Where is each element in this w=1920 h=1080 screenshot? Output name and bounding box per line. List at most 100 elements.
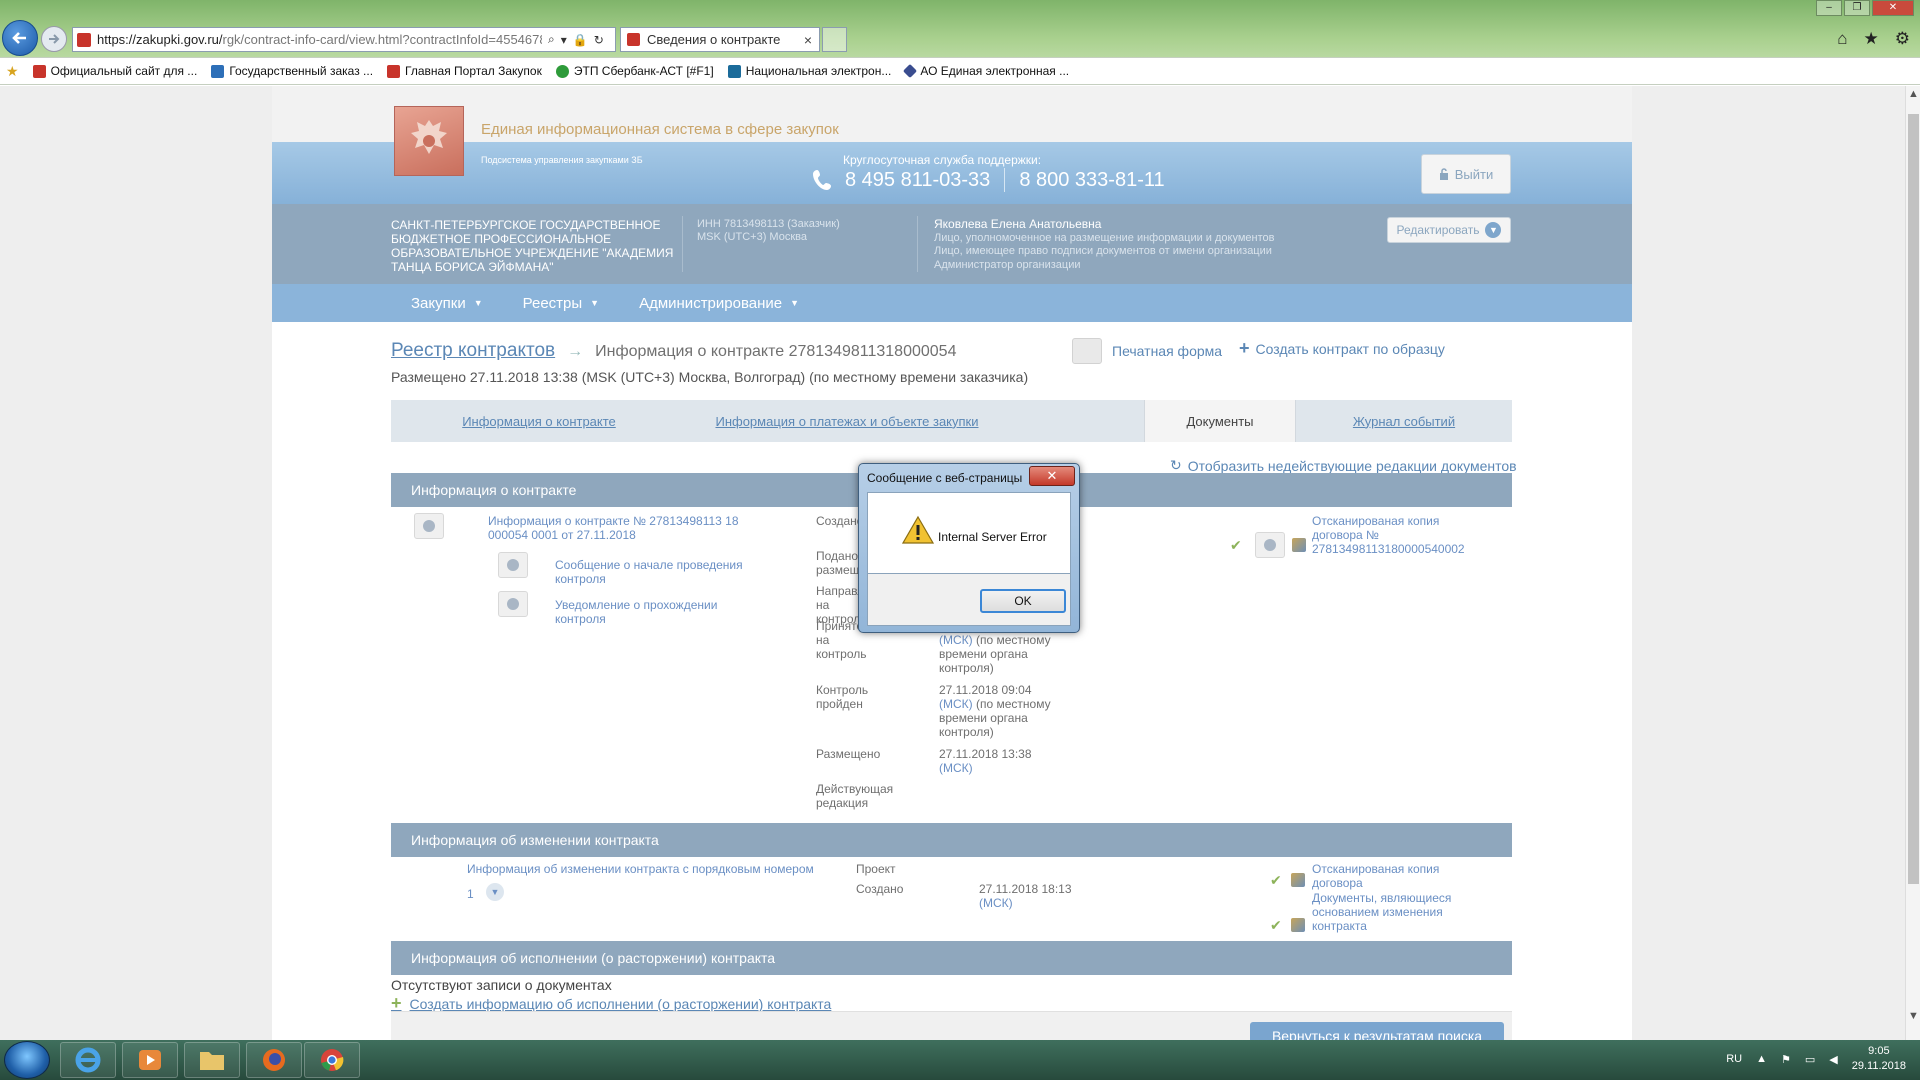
site-favicon — [32, 64, 46, 78]
refresh-icon: ↻ — [1170, 457, 1182, 473]
volume-icon[interactable]: ◀ — [1829, 1053, 1837, 1066]
tab-payments[interactable]: Информация о платежах и объекте закупки — [687, 400, 1007, 442]
user-name: Яковлева Елена Анатольевна — [934, 217, 1102, 231]
maximize-button[interactable]: ❐ — [1844, 0, 1870, 16]
tab-contract-info[interactable]: Информация о контракте — [391, 400, 687, 442]
dropdown-icon[interactable]: ▾ — [561, 33, 567, 47]
chevron-down-icon: ▼ — [473, 298, 483, 308]
value-passed: 27.11.2018 09:04 (МСК) (по местному време… — [939, 683, 1051, 739]
signature-icon[interactable] — [1291, 918, 1305, 932]
back-button[interactable] — [2, 20, 38, 56]
minimize-button[interactable]: – — [1816, 0, 1842, 16]
favorite-item[interactable]: Официальный сайт для ... — [32, 64, 197, 78]
signature-icon[interactable] — [1291, 873, 1305, 887]
ie-taskbar-button[interactable] — [60, 1042, 116, 1078]
control-notice-link[interactable]: Уведомление о прохождении контроля — [555, 598, 755, 626]
dialog-body: Internal Server Error — [867, 492, 1071, 574]
chevron-down-icon: ▼ — [590, 298, 600, 308]
subsystem-label: Подсистема управления закупками ЗБ — [481, 155, 643, 165]
favorite-item[interactable]: Национальная электрон... — [727, 64, 891, 78]
organization-name: САНКТ-ПЕТЕРБУРГСКОЕ ГОСУДАРСТВЕННОЕ БЮДЖ… — [391, 218, 674, 274]
home-icon[interactable]: ⌂ — [1837, 29, 1847, 49]
start-button[interactable] — [4, 1041, 50, 1079]
tab-close-icon[interactable]: × — [804, 32, 812, 48]
edit-button[interactable]: Редактировать ▼ — [1387, 217, 1511, 243]
create-by-sample-link[interactable]: + Создать контракт по образцу — [1239, 338, 1445, 359]
support-label: Круглосуточная служба поддержки: — [843, 153, 1042, 167]
arrow-right-icon — [49, 34, 60, 44]
folder-icon — [200, 1052, 224, 1070]
scroll-down-icon[interactable]: ▼ — [1908, 1010, 1919, 1022]
signature-icon[interactable] — [1292, 538, 1306, 552]
new-tab-button[interactable] — [822, 27, 847, 52]
show-hidden-icons-icon[interactable]: ▲ — [1756, 1053, 1767, 1065]
site-header: Подсистема управления закупками ЗБ Кругл… — [272, 142, 1632, 204]
ok-button[interactable]: OK — [980, 589, 1066, 613]
breadcrumb-current: Информация о контракте 27813498113180000… — [595, 343, 957, 360]
show-inactive-link[interactable]: ↻ Отобразить недействующие редакции доку… — [1170, 457, 1517, 474]
contract-tabs: Информация о контракте Информация о плат… — [391, 400, 1512, 442]
eagle-emblem-icon — [411, 120, 447, 154]
label-created: Создано — [856, 882, 904, 896]
divider — [682, 216, 683, 272]
document-icon[interactable] — [414, 513, 444, 539]
favorite-item[interactable]: ЭТП Сбербанк-АСТ [#F1] — [555, 64, 714, 78]
clock[interactable]: 9:05 29.11.2018 — [1852, 1044, 1906, 1074]
change-scan-link[interactable]: Отсканированая копия договора — [1312, 862, 1462, 890]
gear-icon[interactable]: ⚙ — [1895, 29, 1910, 49]
contract-doc-link[interactable]: Информация о контракте № 27813498113 18 … — [488, 514, 750, 542]
firefox-taskbar-button[interactable] — [246, 1042, 302, 1078]
scrollbar[interactable]: ▲ ▼ — [1905, 86, 1920, 1040]
chevron-down-icon: ▼ — [790, 298, 800, 308]
change-info-link[interactable]: Информация об изменении контракта с поря… — [467, 862, 827, 876]
url-text[interactable]: https://zakupki.gov.ru/rgk/contract-info… — [97, 32, 542, 47]
favorite-item[interactable]: Главная Портал Закупок — [387, 64, 542, 78]
scan-copy-link[interactable]: Отсканированая копия договора № 27813498… — [1312, 514, 1487, 556]
favorite-item[interactable]: АО Единая электронная ... — [903, 63, 1069, 79]
breadcrumb-link[interactable]: Реестр контрактов — [391, 340, 555, 362]
scrollbar-thumb[interactable] — [1908, 114, 1919, 884]
print-form-link[interactable]: Печатная форма — [1072, 338, 1222, 364]
favorite-item[interactable]: Государственный заказ ... — [211, 64, 373, 78]
no-entries-text: Отсутствуют записи о документах — [391, 977, 612, 993]
chrome-taskbar-button[interactable] — [304, 1042, 360, 1078]
warning-icon — [902, 515, 934, 544]
media-player-taskbar-button[interactable] — [122, 1042, 178, 1078]
site-favicon — [555, 64, 569, 78]
language-indicator[interactable]: RU — [1726, 1053, 1742, 1065]
document-icon[interactable] — [498, 591, 528, 617]
back-to-results-button[interactable]: Вернуться к результатам поиска — [1250, 1022, 1504, 1040]
support-phones: 8 495 811-03-33 8 800 333-81-11 — [813, 168, 1165, 192]
tab-documents[interactable]: Документы — [1144, 400, 1296, 442]
address-bar[interactable]: https://zakupki.gov.ru/rgk/contract-info… — [72, 27, 616, 52]
dialog-close-button[interactable]: ✕ — [1029, 466, 1075, 486]
value-created: 27.11.2018 18:13 (МСК) — [979, 882, 1072, 910]
nav-item-purchases[interactable]: Закупки ▼ — [411, 295, 483, 312]
star-icon[interactable]: ★ — [1864, 29, 1879, 49]
control-start-link[interactable]: Сообщение о начале проведения контроля — [555, 558, 755, 586]
lock-icon[interactable]: 🔒 — [573, 33, 588, 47]
explorer-taskbar-button[interactable] — [184, 1042, 240, 1078]
change-basis-link[interactable]: Документы, являющиеся основанием изменен… — [1312, 891, 1462, 933]
logout-button[interactable]: Выйти — [1421, 154, 1511, 194]
flag-icon[interactable]: ⚑ — [1781, 1053, 1791, 1066]
add-favorite-icon[interactable]: ★ — [6, 63, 19, 80]
browser-tab[interactable]: Сведения о контракте × — [620, 27, 820, 52]
document-icon[interactable] — [498, 552, 528, 578]
network-icon[interactable]: ▭ — [1805, 1053, 1815, 1066]
breadcrumb: Реестр контрактов → Информация о контрак… — [391, 340, 956, 362]
nav-item-registries[interactable]: Реестры ▼ — [523, 295, 599, 312]
document-icon[interactable] — [1255, 532, 1285, 558]
scroll-up-icon[interactable]: ▲ — [1908, 88, 1919, 100]
refresh-icon[interactable]: ↻ — [594, 33, 604, 47]
nav-item-administration[interactable]: Администрирование ▼ — [639, 295, 799, 312]
close-window-button[interactable]: ✕ — [1872, 0, 1914, 16]
section-header: Информация об изменении контракта — [391, 823, 1512, 857]
value-accepted: (МСК) (по местному времени органа контро… — [939, 633, 1051, 675]
emblem-logo[interactable] — [394, 106, 464, 176]
chevron-down-icon[interactable]: ▼ — [486, 883, 504, 901]
tab-event-log[interactable]: Журнал событий — [1296, 400, 1512, 442]
chevron-down-icon: ▼ — [1485, 222, 1502, 238]
forward-button[interactable] — [41, 26, 67, 52]
search-icon[interactable]: ⌕ — [548, 32, 555, 47]
